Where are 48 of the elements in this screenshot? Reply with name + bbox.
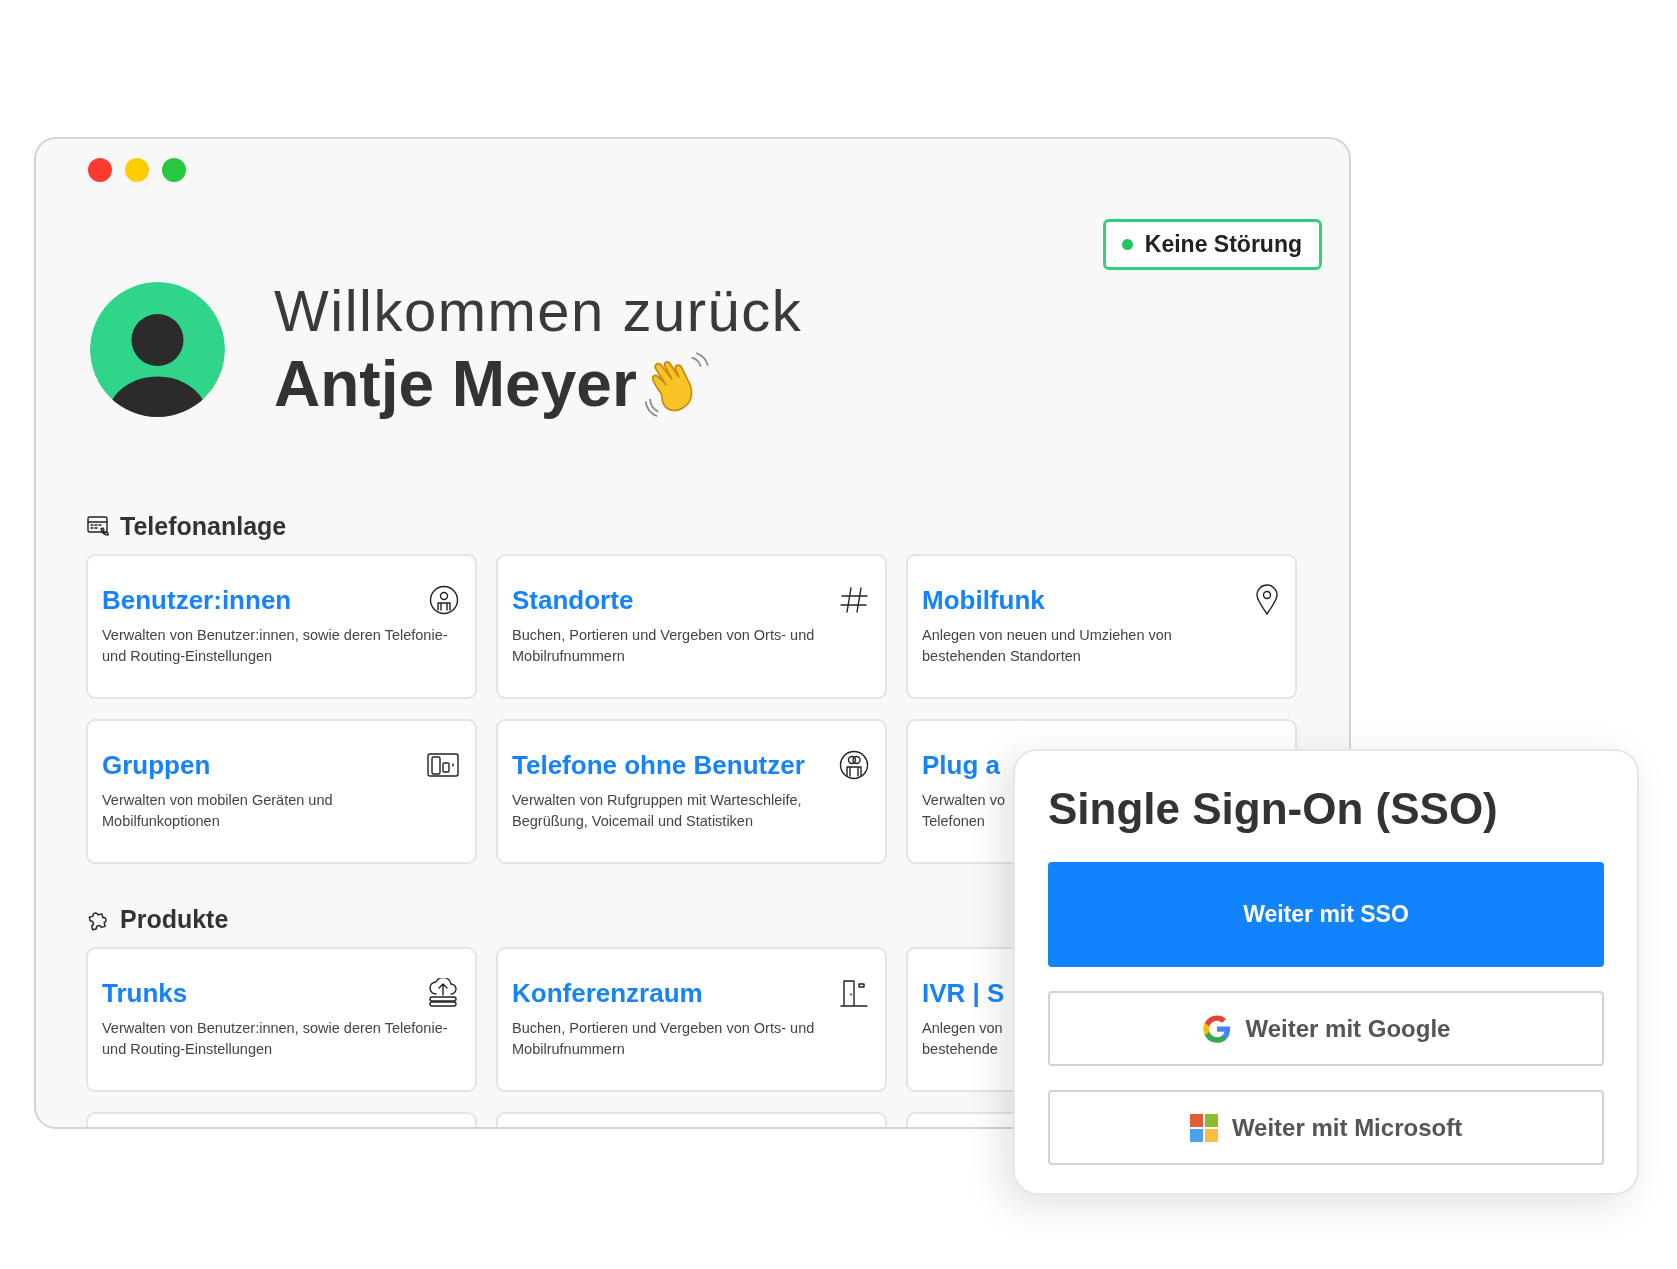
- phone-system-icon: [86, 514, 110, 538]
- window-close-button[interactable]: [88, 158, 112, 182]
- card-description: Buchen, Portieren und Vergeben von Orts- und Mobilrufnummern: [512, 626, 815, 666]
- card-title: Gruppen: [102, 749, 211, 781]
- devices-icon: [427, 752, 459, 778]
- user-name: Antje Meyer: [274, 347, 637, 422]
- section-heading: Produkte: [120, 904, 229, 934]
- feature-card[interactable]: Trunks Verwalten von Benutzer:innen, sowie deren Telefonie- und Routing-Einstellungen: [86, 947, 477, 1092]
- cloud-upload-icon: [427, 978, 459, 1008]
- people-circle-icon: [839, 750, 869, 780]
- section-heading: Telefonanlage: [120, 511, 287, 541]
- card-title: Trunks: [102, 977, 188, 1009]
- card-title: Konferenzraum: [512, 977, 703, 1009]
- status-badge: Keine Störung: [1102, 219, 1322, 270]
- dialog-title: Single Sign-On (SSO): [1048, 783, 1499, 835]
- card-description: Verwalten von Benutzer:innen, sowie deren Telefonie- und Routing-Einstellungen: [102, 626, 448, 666]
- feature-card[interactable]: Gruppen Verwalten von mobilen Geräten und Mobilfunkoptionen: [86, 719, 477, 864]
- feature-card[interactable]: Konferenzraum Buchen, Portieren und Vergeben von Orts- und Mobilrufnummern: [496, 947, 887, 1092]
- greeting-text: Willkommen zurück: [274, 277, 803, 345]
- four-squares-logo-icon: [1189, 1113, 1218, 1142]
- microsoft-sign-in-button[interactable]: Weiter mit Microsoft: [1048, 1090, 1604, 1165]
- feature-card[interactable]: Benutzer:innen Verwalten von Benutzer:innen, sowie deren Telefonie- und Routing-Einstellungen: [86, 554, 477, 699]
- person-circle-icon: [429, 585, 459, 615]
- card-title: Standorte: [512, 584, 634, 616]
- card-description: Anlegen von neuen und Umziehen von bestehenden Standorten: [922, 626, 1172, 666]
- google-sign-in-button[interactable]: Weiter mit Google: [1048, 991, 1604, 1066]
- card-title: Plug a: [922, 749, 1000, 781]
- card-title: Telefone ohne Benutzer: [512, 749, 805, 781]
- sso-button[interactable]: Weiter mit SSO: [1048, 862, 1604, 967]
- door-icon: [839, 978, 869, 1008]
- feature-card[interactable]: Telefone ohne Benutzer Verwalten von Rufgruppen mit Warteschleife, Begrüßung, Voicemail und Statistiken: [496, 719, 887, 864]
- hash-icon: [839, 585, 869, 615]
- google-logo-icon: [1201, 1013, 1232, 1044]
- card-title: Mobilfunk: [922, 584, 1045, 616]
- window-zoom-button[interactable]: [162, 158, 186, 182]
- card-title: Benutzer:innen: [102, 584, 292, 616]
- window-minimize-button[interactable]: [125, 158, 149, 182]
- card-title: IVR | S: [922, 977, 1005, 1009]
- status-dot-icon: [1121, 239, 1133, 250]
- card-description: Buchen, Portieren und Vergeben von Orts- und Mobilrufnummern: [512, 1019, 815, 1059]
- card-description: Verwalten von Rufgruppen mit Warteschleife, Begrüßung, Voicemail und Statistiken: [512, 791, 802, 831]
- location-pin-icon: [1255, 584, 1279, 616]
- feature-card[interactable]: Standorte Buchen, Portieren und Vergeben von Orts- und Mobilrufnummern: [496, 554, 887, 699]
- card-description: Verwalten vo Telefonen: [922, 791, 1006, 831]
- card-description: Anlegen von bestehende: [922, 1019, 1003, 1059]
- feature-card[interactable]: Mobilfunk Anlegen von neuen und Umziehen von bestehenden Standorten: [906, 554, 1297, 699]
- card-description: Verwalten von mobilen Geräten und Mobilfunkoptionen: [102, 791, 333, 831]
- card-description: Verwalten von Benutzer:innen, sowie deren Telefonie- und Routing-Einstellungen: [102, 1019, 448, 1059]
